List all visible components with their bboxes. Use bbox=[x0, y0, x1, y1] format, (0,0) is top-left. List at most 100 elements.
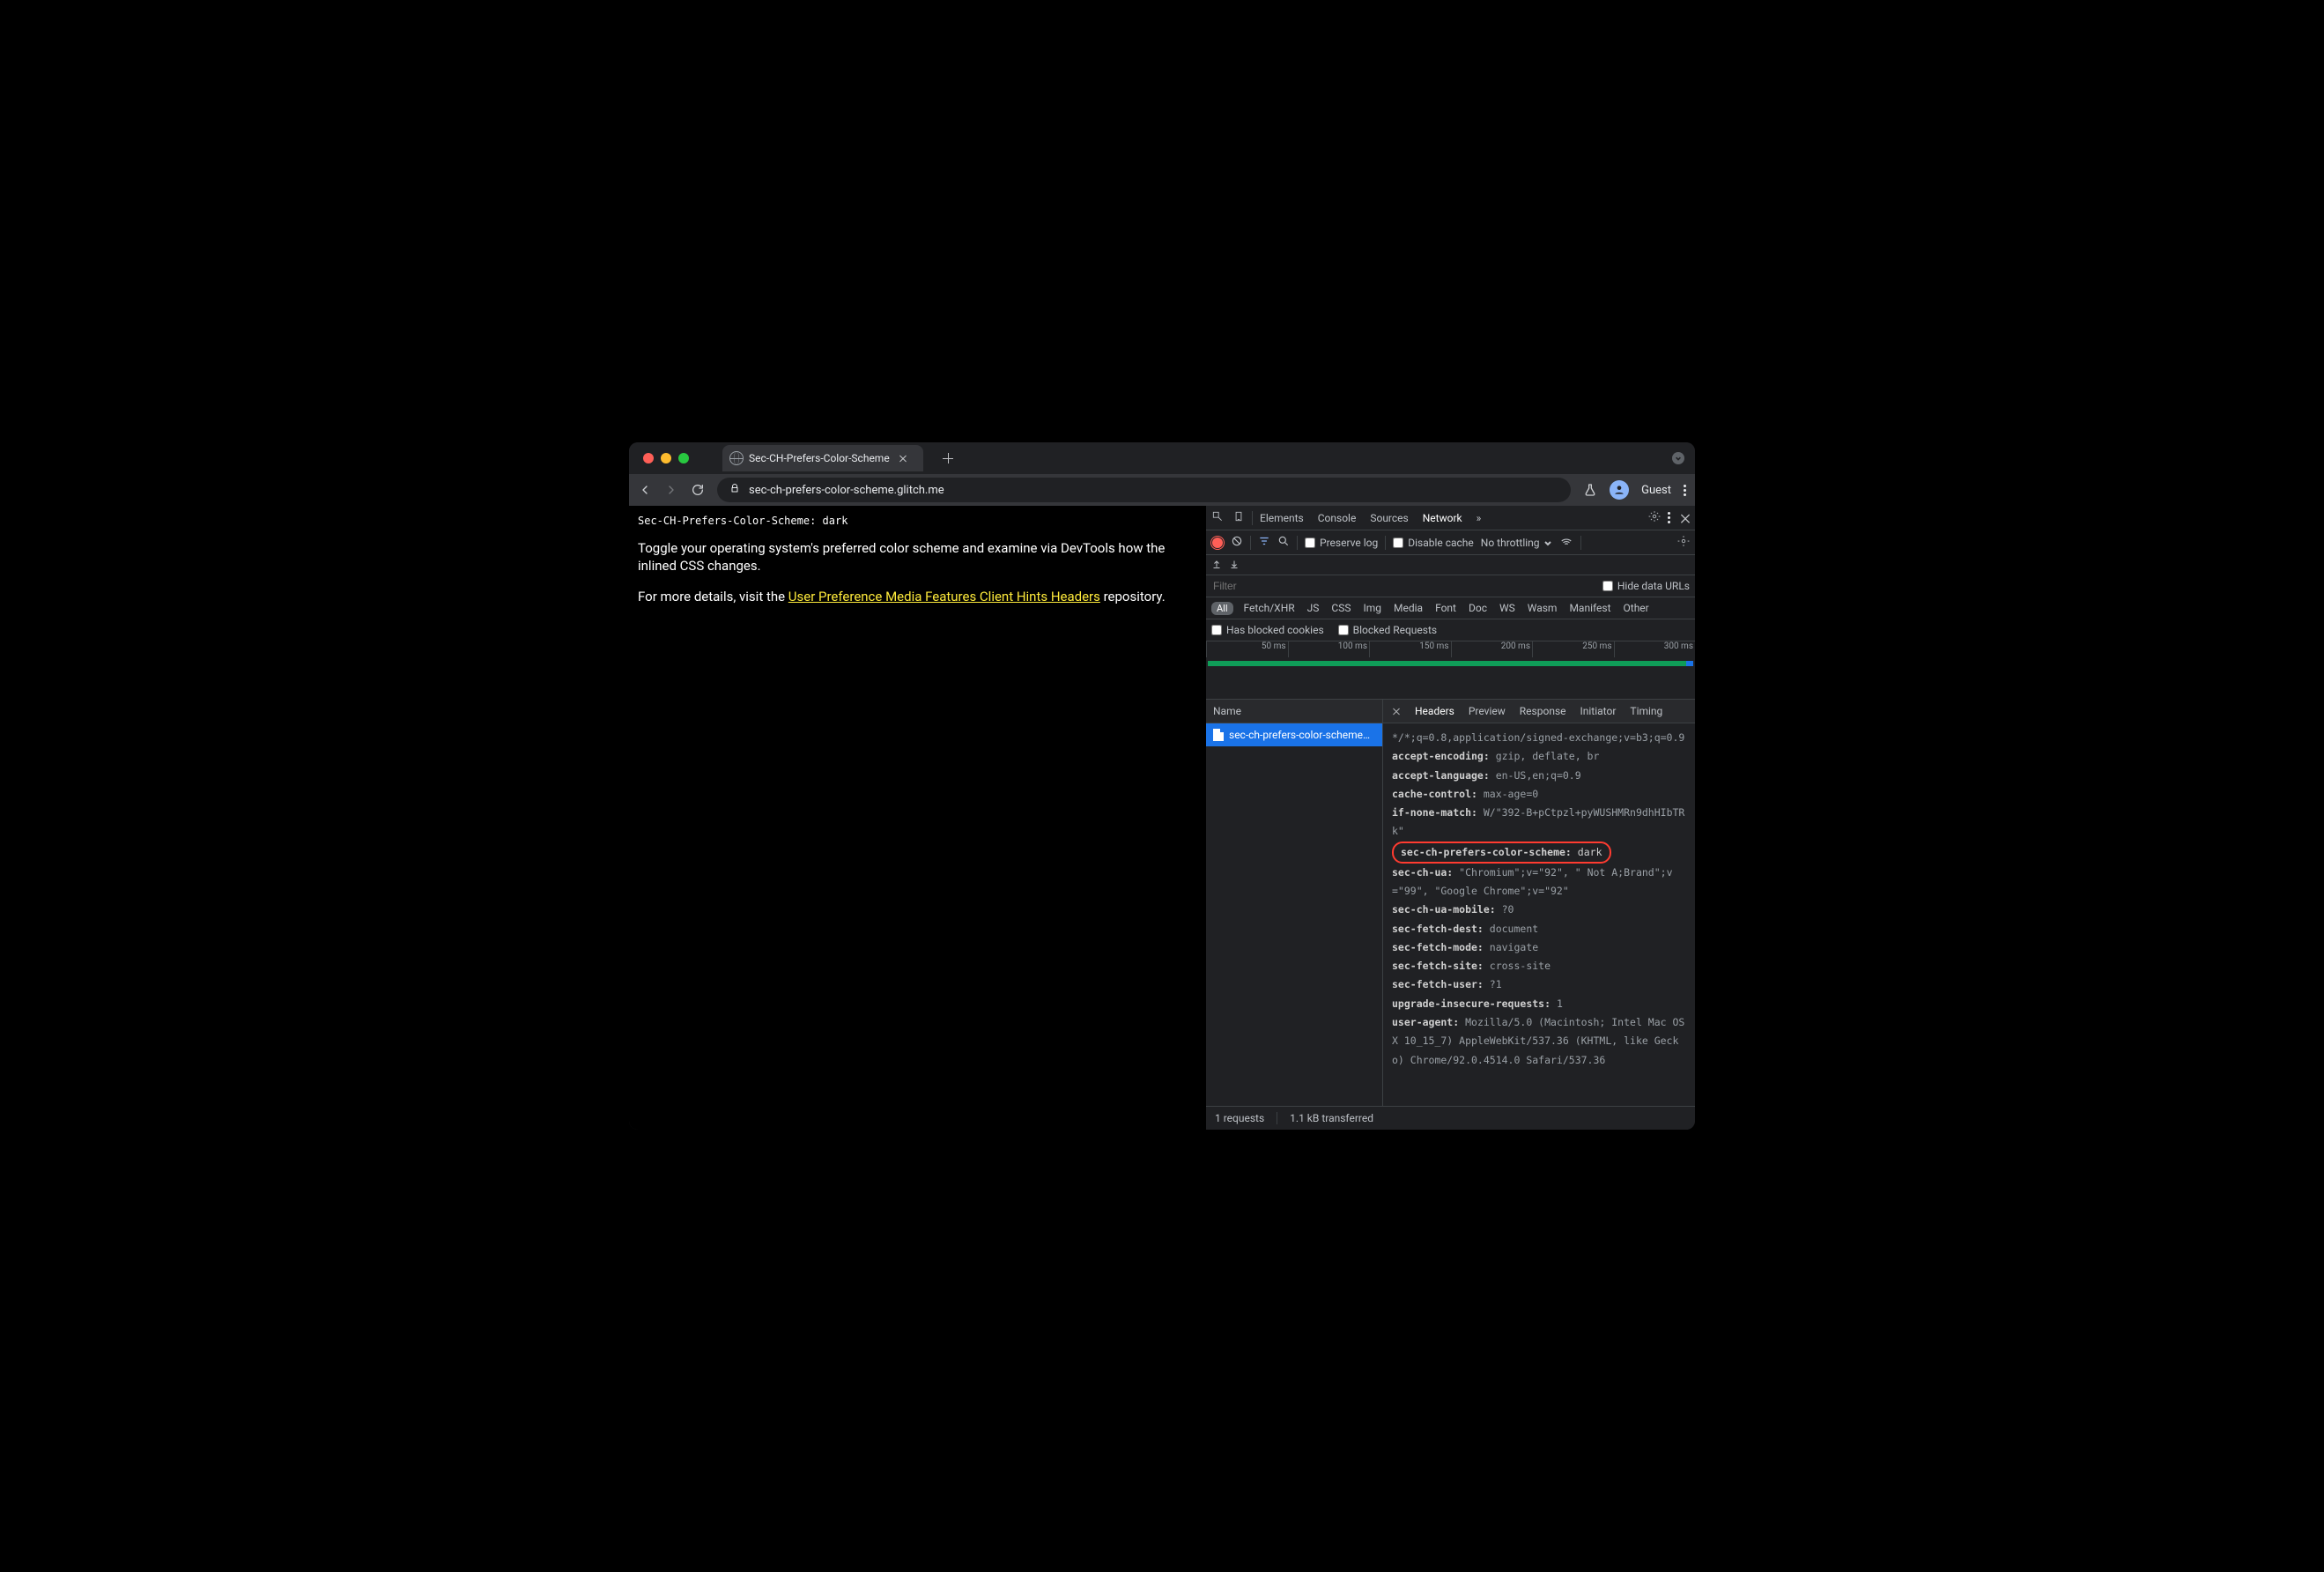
blocked-requests-checkbox[interactable]: Blocked Requests bbox=[1338, 624, 1437, 636]
close-tab-icon[interactable] bbox=[899, 454, 907, 463]
devtools-close-icon[interactable] bbox=[1680, 512, 1691, 523]
close-window[interactable] bbox=[643, 453, 654, 463]
status-transferred: 1.1 kB transferred bbox=[1290, 1112, 1373, 1124]
type-img[interactable]: Img bbox=[1361, 601, 1383, 615]
detail-tab-initiator[interactable]: Initiator bbox=[1580, 705, 1617, 717]
maximize-window[interactable] bbox=[678, 453, 689, 463]
filter-input[interactable] bbox=[1211, 579, 1347, 593]
header-line: sec-fetch-mode: navigate bbox=[1392, 938, 1686, 957]
disable-cache-checkbox[interactable]: Disable cache bbox=[1393, 537, 1474, 549]
network-status-bar: 1 requests 1.1 kB transferred bbox=[1206, 1106, 1695, 1130]
type-fetch[interactable]: Fetch/XHR bbox=[1242, 601, 1297, 615]
url-text: sec-ch-prefers-color-scheme.glitch.me bbox=[749, 484, 944, 497]
tab-menu-button[interactable] bbox=[1672, 452, 1684, 464]
header-line: sec-fetch-dest: document bbox=[1392, 920, 1686, 938]
preserve-log-checkbox[interactable]: Preserve log bbox=[1305, 537, 1378, 549]
type-ws[interactable]: WS bbox=[1498, 601, 1517, 615]
request-detail: Headers Preview Response Initiator Timin… bbox=[1383, 700, 1695, 1106]
panel-tab-elements[interactable]: Elements bbox=[1260, 512, 1304, 524]
type-wasm[interactable]: Wasm bbox=[1526, 601, 1559, 615]
network-io-row bbox=[1206, 555, 1695, 575]
browser-tab[interactable]: Sec-CH-Prefers-Color-Scheme bbox=[722, 445, 923, 471]
document-icon bbox=[1213, 729, 1224, 741]
clear-icon[interactable] bbox=[1231, 535, 1243, 550]
device-icon[interactable] bbox=[1232, 510, 1245, 525]
header-line: upgrade-insecure-requests: 1 bbox=[1392, 995, 1686, 1013]
has-blocked-cookies-checkbox[interactable]: Has blocked cookies bbox=[1211, 624, 1324, 636]
detail-close-icon[interactable] bbox=[1392, 707, 1401, 716]
profile-avatar[interactable] bbox=[1610, 480, 1629, 500]
download-icon[interactable] bbox=[1229, 559, 1240, 572]
globe-icon bbox=[729, 451, 744, 465]
address-bar[interactable]: sec-ch-prefers-color-scheme.glitch.me bbox=[717, 478, 1571, 502]
lock-icon bbox=[729, 482, 740, 498]
page-paragraph-2: For more details, visit the User Prefere… bbox=[638, 588, 1196, 605]
panel-tab-network[interactable]: Network bbox=[1423, 512, 1462, 524]
name-column-header[interactable]: Name bbox=[1206, 700, 1382, 723]
network-blocked-row: Has blocked cookies Blocked Requests bbox=[1206, 619, 1695, 641]
tab-strip: Sec-CH-Prefers-Color-Scheme bbox=[629, 442, 1695, 474]
devtools-menu-icon[interactable] bbox=[1668, 512, 1670, 523]
header-line: accept-language: en-US,en;q=0.9 bbox=[1392, 767, 1686, 785]
back-button[interactable] bbox=[638, 483, 652, 497]
reload-button[interactable] bbox=[691, 483, 705, 497]
detail-tab-preview[interactable]: Preview bbox=[1469, 705, 1506, 717]
new-tab-button[interactable] bbox=[943, 453, 953, 463]
panel-tab-console[interactable]: Console bbox=[1318, 512, 1357, 524]
detail-tab-timing[interactable]: Timing bbox=[1630, 705, 1662, 717]
window-controls bbox=[643, 453, 689, 463]
page-paragraph-1: Toggle your operating system's preferred… bbox=[638, 539, 1196, 575]
network-timeline[interactable]: 50 ms 100 ms 150 ms 200 ms 250 ms 300 ms bbox=[1206, 641, 1695, 700]
detail-tab-response[interactable]: Response bbox=[1520, 705, 1566, 717]
page-content: Sec-CH-Prefers-Color-Scheme: dark Toggle… bbox=[629, 506, 1205, 1130]
header-line: sec-fetch-site: cross-site bbox=[1392, 957, 1686, 975]
forward-button[interactable] bbox=[664, 483, 678, 497]
inspect-icon[interactable] bbox=[1211, 510, 1224, 525]
network-settings-icon[interactable] bbox=[1677, 535, 1690, 550]
labs-icon[interactable] bbox=[1583, 483, 1597, 497]
tab-title: Sec-CH-Prefers-Color-Scheme bbox=[749, 452, 890, 464]
detail-tab-headers[interactable]: Headers bbox=[1415, 705, 1454, 717]
devtools-panel: Elements Console Sources Network » Prese bbox=[1205, 506, 1695, 1130]
header-line: */*;q=0.8,application/signed-exchange;v=… bbox=[1392, 729, 1686, 747]
type-media[interactable]: Media bbox=[1392, 601, 1425, 615]
throttling-select[interactable]: No throttling bbox=[1481, 537, 1552, 549]
page-header-mono: Sec-CH-Prefers-Color-Scheme: dark bbox=[638, 515, 1196, 527]
network-filter-row: Hide data URLs bbox=[1206, 575, 1695, 597]
network-conditions-icon[interactable] bbox=[1559, 535, 1573, 550]
panel-tab-sources[interactable]: Sources bbox=[1370, 512, 1408, 524]
devtools-panel-tabs: Elements Console Sources Network » bbox=[1260, 512, 1641, 524]
page-link[interactable]: User Preference Media Features Client Hi… bbox=[788, 589, 1100, 604]
headers-pane[interactable]: */*;q=0.8,application/signed-exchange;v=… bbox=[1383, 723, 1695, 1106]
devtools-settings-icon[interactable] bbox=[1648, 510, 1661, 525]
request-row[interactable]: sec-ch-prefers-color-scheme… bbox=[1206, 723, 1382, 746]
browser-toolbar: sec-ch-prefers-color-scheme.glitch.me Gu… bbox=[629, 474, 1695, 506]
type-doc[interactable]: Doc bbox=[1467, 601, 1489, 615]
profile-label: Guest bbox=[1641, 484, 1671, 497]
type-other[interactable]: Other bbox=[1622, 601, 1651, 615]
browser-menu-button[interactable] bbox=[1684, 485, 1686, 496]
more-tabs-icon[interactable]: » bbox=[1477, 512, 1482, 524]
request-list: Name sec-ch-prefers-color-scheme… bbox=[1206, 700, 1383, 1106]
header-line: user-agent: Mozilla/5.0 (Macintosh; Inte… bbox=[1392, 1013, 1686, 1070]
type-manifest[interactable]: Manifest bbox=[1567, 601, 1612, 615]
header-line: sec-fetch-user: ?1 bbox=[1392, 975, 1686, 994]
minimize-window[interactable] bbox=[661, 453, 671, 463]
header-line: sec-ch-prefers-color-scheme: dark bbox=[1392, 842, 1686, 864]
header-line: sec-ch-ua: "Chromium";v="92", " Not A;Br… bbox=[1392, 864, 1686, 901]
header-line: sec-ch-ua-mobile: ?0 bbox=[1392, 901, 1686, 919]
network-type-filter: All Fetch/XHR JS CSS Img Media Font Doc … bbox=[1206, 597, 1695, 619]
hide-data-urls-checkbox[interactable]: Hide data URLs bbox=[1602, 580, 1690, 592]
header-line: if-none-match: W/"392-B+pCtpzl+pyWUSHMRn… bbox=[1392, 804, 1686, 842]
record-button[interactable] bbox=[1211, 537, 1224, 549]
type-css[interactable]: CSS bbox=[1329, 601, 1352, 615]
type-js[interactable]: JS bbox=[1306, 601, 1321, 615]
devtools-top-bar: Elements Console Sources Network » bbox=[1206, 506, 1695, 530]
upload-icon[interactable] bbox=[1211, 559, 1222, 572]
type-all[interactable]: All bbox=[1211, 602, 1233, 615]
filter-icon[interactable] bbox=[1258, 535, 1270, 550]
header-line: accept-encoding: gzip, deflate, br bbox=[1392, 747, 1686, 766]
search-icon[interactable] bbox=[1277, 535, 1290, 550]
type-font[interactable]: Font bbox=[1433, 601, 1458, 615]
header-line: cache-control: max-age=0 bbox=[1392, 785, 1686, 804]
